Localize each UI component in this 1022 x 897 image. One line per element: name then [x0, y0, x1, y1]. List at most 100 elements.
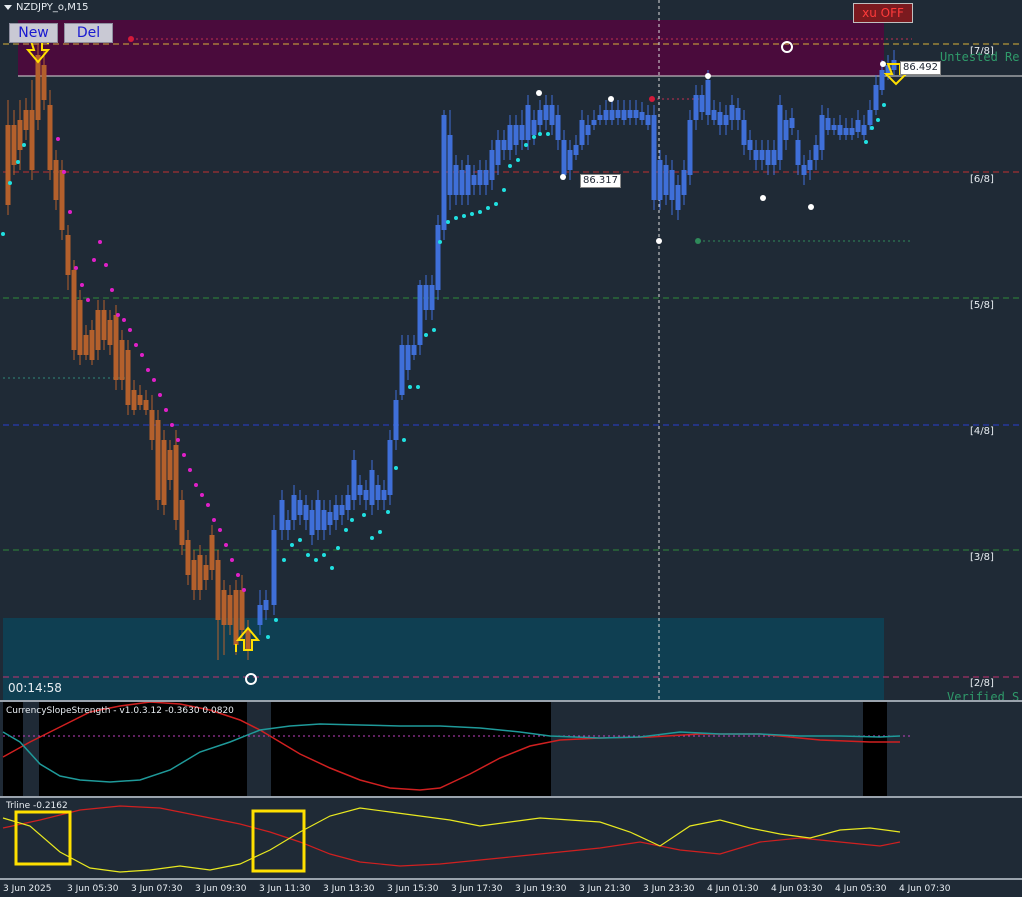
candle-body	[161, 440, 167, 505]
psar-dot	[378, 530, 382, 534]
candle-body	[143, 400, 149, 410]
candle-body	[783, 120, 789, 140]
candle-body	[543, 105, 549, 120]
time-axis-label: 3 Jun 17:30	[451, 884, 503, 894]
candle-body	[471, 175, 477, 185]
candle-body	[567, 150, 573, 170]
candle-body	[263, 600, 269, 610]
supply-zone	[18, 20, 884, 76]
candle-body	[197, 555, 203, 590]
candle-body	[711, 110, 717, 120]
psar-dot	[104, 263, 108, 267]
candle-body	[321, 510, 327, 530]
psar-dot	[170, 423, 174, 427]
candle-body	[585, 125, 591, 135]
symbol-label: NZDJPY_o,M15	[16, 2, 89, 13]
price-chart[interactable]	[0, 0, 1022, 700]
psar-dot	[394, 466, 398, 470]
psar-dot	[266, 635, 270, 639]
candle-body	[681, 170, 687, 195]
candle-body	[423, 285, 429, 310]
candle-body	[271, 530, 277, 605]
candle-body	[35, 55, 41, 120]
candle-body	[861, 125, 867, 135]
candle-body	[495, 140, 501, 165]
candle-body	[525, 105, 531, 140]
candle-body	[693, 95, 699, 120]
candle-body	[411, 345, 417, 355]
currency-slope-panel[interactable]	[0, 702, 1022, 796]
candle-body	[59, 170, 65, 230]
candle-body	[41, 65, 47, 100]
candle-body	[795, 140, 801, 165]
trline-panel[interactable]	[0, 798, 1022, 878]
psar-dot	[128, 328, 132, 332]
candle-body	[591, 120, 597, 125]
candle-body	[185, 540, 191, 575]
psar-dot	[224, 543, 228, 547]
psar-dot	[206, 503, 210, 507]
psar-dot	[462, 214, 466, 218]
psar-dot	[282, 558, 286, 562]
candle-body	[279, 500, 285, 530]
candle-body	[53, 160, 59, 200]
candle-body	[137, 395, 143, 405]
candle-body	[65, 235, 71, 275]
candle-body	[167, 450, 173, 480]
psar-dot	[80, 283, 84, 287]
candle-body	[645, 115, 651, 125]
time-axis-label: 3 Jun 11:30	[259, 884, 311, 894]
candle-body	[77, 300, 83, 355]
candle-body	[155, 420, 161, 500]
time-axis-label: 3 Jun 05:30	[67, 884, 119, 894]
level-label-5-8: [5/8]	[970, 300, 994, 311]
candle-body	[537, 110, 543, 125]
candle-body	[729, 105, 735, 120]
psar-dot	[298, 538, 302, 542]
candle-body	[765, 150, 771, 165]
psar-dot	[416, 385, 420, 389]
psar-dot	[322, 553, 326, 557]
xu-toggle-button[interactable]: xu OFF	[853, 3, 913, 23]
time-axis-label: 3 Jun 21:30	[579, 884, 631, 894]
new-button[interactable]: New	[9, 23, 58, 43]
psar-dot	[182, 453, 186, 457]
psar-dot	[350, 518, 354, 522]
candle-body	[393, 400, 399, 440]
time-axis-label: 3 Jun 15:30	[387, 884, 439, 894]
psar-dot	[486, 206, 490, 210]
candle-body	[459, 170, 465, 195]
chevron-down-icon[interactable]	[4, 5, 12, 10]
candle-body	[633, 110, 639, 118]
candle-body	[245, 630, 251, 650]
psar-dot	[508, 164, 512, 168]
psar-dot	[164, 408, 168, 412]
del-button[interactable]: Del	[64, 23, 113, 43]
symbol-title: NZDJPY_o,M15	[4, 2, 89, 13]
psar-dot	[330, 566, 334, 570]
candle-body	[483, 170, 489, 185]
demand-zone	[3, 618, 884, 700]
candle-body	[297, 500, 303, 515]
candle-body	[789, 118, 795, 128]
candle-body	[819, 115, 825, 150]
candle-body	[285, 520, 291, 530]
candle-body	[29, 110, 35, 170]
psar-dot	[532, 135, 536, 139]
candle-body	[801, 165, 807, 175]
candle-body	[89, 330, 95, 360]
candle-body	[83, 335, 89, 355]
psar-dot	[274, 618, 278, 622]
psar-dot	[218, 528, 222, 532]
time-axis-label: 4 Jun 03:30	[771, 884, 823, 894]
candle-body	[239, 590, 245, 630]
candle-body	[339, 505, 345, 515]
candle-body	[639, 112, 645, 120]
candle-body	[723, 115, 729, 125]
candle-body	[477, 170, 483, 185]
candle-body	[741, 120, 747, 145]
candle-body	[777, 105, 783, 160]
candle-body	[309, 510, 315, 535]
psar-dot	[344, 528, 348, 532]
candle-body	[441, 115, 447, 230]
